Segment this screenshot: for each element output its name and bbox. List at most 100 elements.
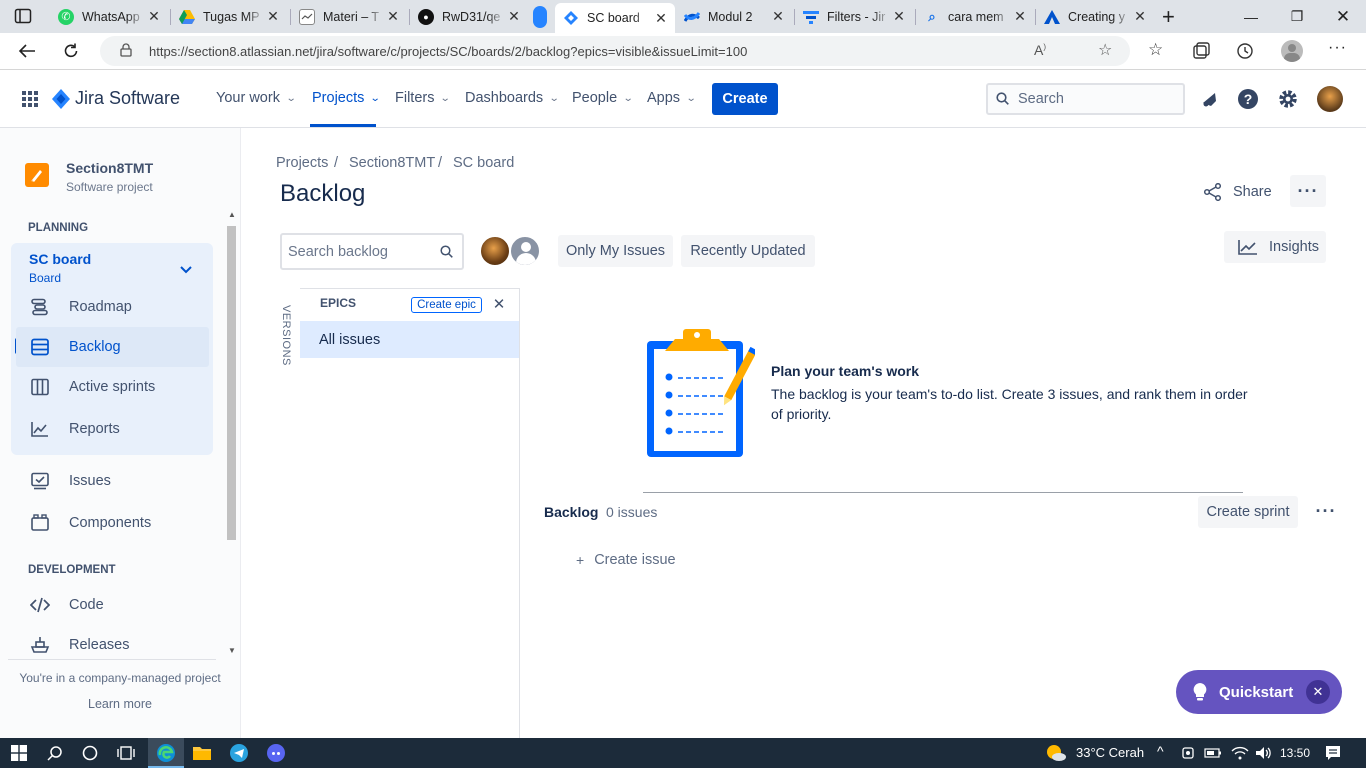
confluence-icon: [684, 9, 700, 25]
browser-tab-creating[interactable]: Creating y ✕: [1036, 3, 1154, 30]
breadcrumb-board[interactable]: SC board: [453, 155, 514, 171]
battery-icon[interactable]: [1201, 741, 1225, 765]
telegram-icon[interactable]: [227, 741, 251, 765]
nav-projects[interactable]: Projects ⌄: [312, 90, 381, 106]
settings-more-icon[interactable]: ···: [1328, 39, 1347, 57]
add-favorite-icon[interactable]: ☆: [1098, 40, 1112, 60]
nav-apps[interactable]: Apps ⌄: [647, 90, 697, 106]
share-button[interactable]: Share: [1203, 178, 1273, 206]
close-icon[interactable]: ✕: [146, 8, 162, 25]
create-epic-button[interactable]: Create epic: [411, 297, 482, 313]
sidebar-item-roadmap[interactable]: Roadmap: [16, 287, 209, 327]
refresh-button[interactable]: [56, 37, 86, 65]
search-icon[interactable]: [43, 741, 67, 765]
restore-button[interactable]: ❐: [1274, 0, 1320, 33]
pinned-tab-icon[interactable]: [533, 6, 547, 28]
task-view-icon[interactable]: [114, 741, 138, 765]
sidebar-item-reports[interactable]: Reports: [16, 409, 209, 449]
breadcrumb-project[interactable]: Section8TMT: [349, 155, 435, 171]
chevron-down-icon[interactable]: [180, 261, 196, 274]
sidebar-item-backlog[interactable]: Backlog: [16, 327, 209, 367]
nav-your-work[interactable]: Your work ⌄: [216, 90, 297, 106]
assignee-avatar-1[interactable]: [479, 235, 511, 267]
volume-icon[interactable]: [1252, 741, 1276, 765]
meet-now-icon[interactable]: [1178, 741, 1202, 765]
search-input[interactable]: Search: [986, 83, 1185, 115]
close-icon[interactable]: ✕: [491, 296, 507, 313]
chevron-up-icon[interactable]: ^: [1157, 743, 1164, 759]
back-button[interactable]: [12, 37, 42, 65]
new-tab-button[interactable]: +: [1162, 4, 1182, 29]
wifi-icon[interactable]: [1228, 741, 1252, 765]
more-actions-button[interactable]: ···: [1290, 175, 1326, 207]
search-backlog-input[interactable]: Search backlog: [280, 233, 464, 270]
minimize-button[interactable]: —: [1228, 0, 1274, 33]
clock[interactable]: 13:50: [1280, 746, 1310, 760]
help-icon[interactable]: ?: [1235, 86, 1261, 112]
read-aloud-icon[interactable]: A): [1034, 42, 1046, 58]
nav-dashboards[interactable]: Dashboards ⌄: [465, 90, 560, 106]
windows-start-icon[interactable]: [7, 741, 31, 765]
learn-more-link[interactable]: Learn more: [0, 697, 240, 711]
weather-sun-icon[interactable]: [1044, 741, 1068, 765]
recently-updated-filter[interactable]: Recently Updated: [681, 235, 815, 267]
browser-tab-materi[interactable]: Materi – T ✕: [291, 3, 407, 30]
notifications-icon[interactable]: [1196, 86, 1222, 112]
weather-text[interactable]: 33°C Cerah: [1076, 745, 1144, 760]
browser-tab-github[interactable]: ● RwD31/qe ✕: [410, 3, 528, 30]
close-icon[interactable]: ✕: [770, 8, 786, 25]
nav-people[interactable]: People ⌄: [572, 90, 634, 106]
tab-actions-icon[interactable]: [14, 8, 32, 24]
browser-tab-whatsapp[interactable]: ✆ WhatsApp ✕: [50, 3, 168, 30]
browser-tab-filters[interactable]: Filters - Jir ✕: [795, 3, 913, 30]
nav-filters[interactable]: Filters ⌄: [395, 90, 451, 106]
app-switcher-icon[interactable]: [22, 91, 38, 107]
close-icon[interactable]: ✕: [653, 10, 669, 27]
create-button[interactable]: Create: [712, 83, 778, 115]
notification-center-icon[interactable]: [1321, 741, 1345, 765]
profile-avatar[interactable]: [1281, 40, 1303, 62]
close-icon[interactable]: ✕: [1012, 8, 1028, 25]
settings-gear-icon[interactable]: [1275, 86, 1301, 112]
cortana-icon[interactable]: [78, 741, 102, 765]
sidebar-item-code[interactable]: Code: [16, 585, 209, 625]
browser-tab-search[interactable]: ⌕ cara mem ✕: [916, 3, 1034, 30]
browser-tab-sc-board[interactable]: SC board ✕: [555, 3, 675, 33]
close-window-button[interactable]: ✕: [1320, 0, 1366, 33]
insights-button[interactable]: Insights: [1224, 231, 1326, 263]
create-sprint-button[interactable]: Create sprint: [1198, 496, 1298, 528]
backlog-more-button[interactable]: ···: [1308, 496, 1344, 526]
user-avatar[interactable]: [1317, 86, 1343, 112]
create-issue-button[interactable]: + Create issue: [576, 552, 676, 568]
browser-tab-drive[interactable]: Tugas MP ✕: [171, 3, 287, 30]
browser-tab-modul[interactable]: Modul 2 ✕: [676, 3, 792, 30]
quickstart-button[interactable]: Quickstart ✕: [1176, 670, 1342, 714]
jira-logo[interactable]: Jira Software: [52, 88, 180, 109]
only-my-issues-filter[interactable]: Only My Issues: [558, 235, 673, 267]
favorites-icon[interactable]: ☆: [1148, 40, 1163, 60]
close-icon[interactable]: ✕: [1306, 680, 1330, 704]
board-name[interactable]: SC board: [29, 251, 91, 267]
collections-icon[interactable]: [1192, 42, 1210, 60]
project-name[interactable]: Section8TMT: [66, 160, 153, 176]
all-issues-item[interactable]: All issues: [300, 321, 519, 358]
edge-browser-icon[interactable]: [154, 741, 178, 765]
close-icon[interactable]: ✕: [1132, 8, 1148, 25]
sidebar-scrollbar[interactable]: ▲ ▼: [225, 210, 238, 660]
jira-filters-icon: [803, 9, 819, 25]
url-field[interactable]: https://section8.atlassian.net/jira/soft…: [100, 36, 1130, 66]
close-icon[interactable]: ✕: [385, 8, 401, 25]
sidebar-item-issues[interactable]: Issues: [16, 461, 209, 501]
file-explorer-icon[interactable]: [190, 741, 214, 765]
sidebar-item-active-sprints[interactable]: Active sprints: [16, 367, 209, 407]
insights-label: Insights: [1269, 239, 1319, 255]
assignee-avatar-unassigned[interactable]: [509, 235, 541, 267]
sidebar-item-label: Reports: [69, 421, 120, 437]
history-icon[interactable]: [1236, 42, 1254, 60]
close-icon[interactable]: ✕: [506, 8, 522, 25]
discord-icon[interactable]: [264, 741, 288, 765]
close-icon[interactable]: ✕: [891, 8, 907, 25]
breadcrumb-projects[interactable]: Projects: [276, 155, 328, 171]
sidebar-item-components[interactable]: Components: [16, 503, 209, 543]
close-icon[interactable]: ✕: [265, 8, 281, 25]
